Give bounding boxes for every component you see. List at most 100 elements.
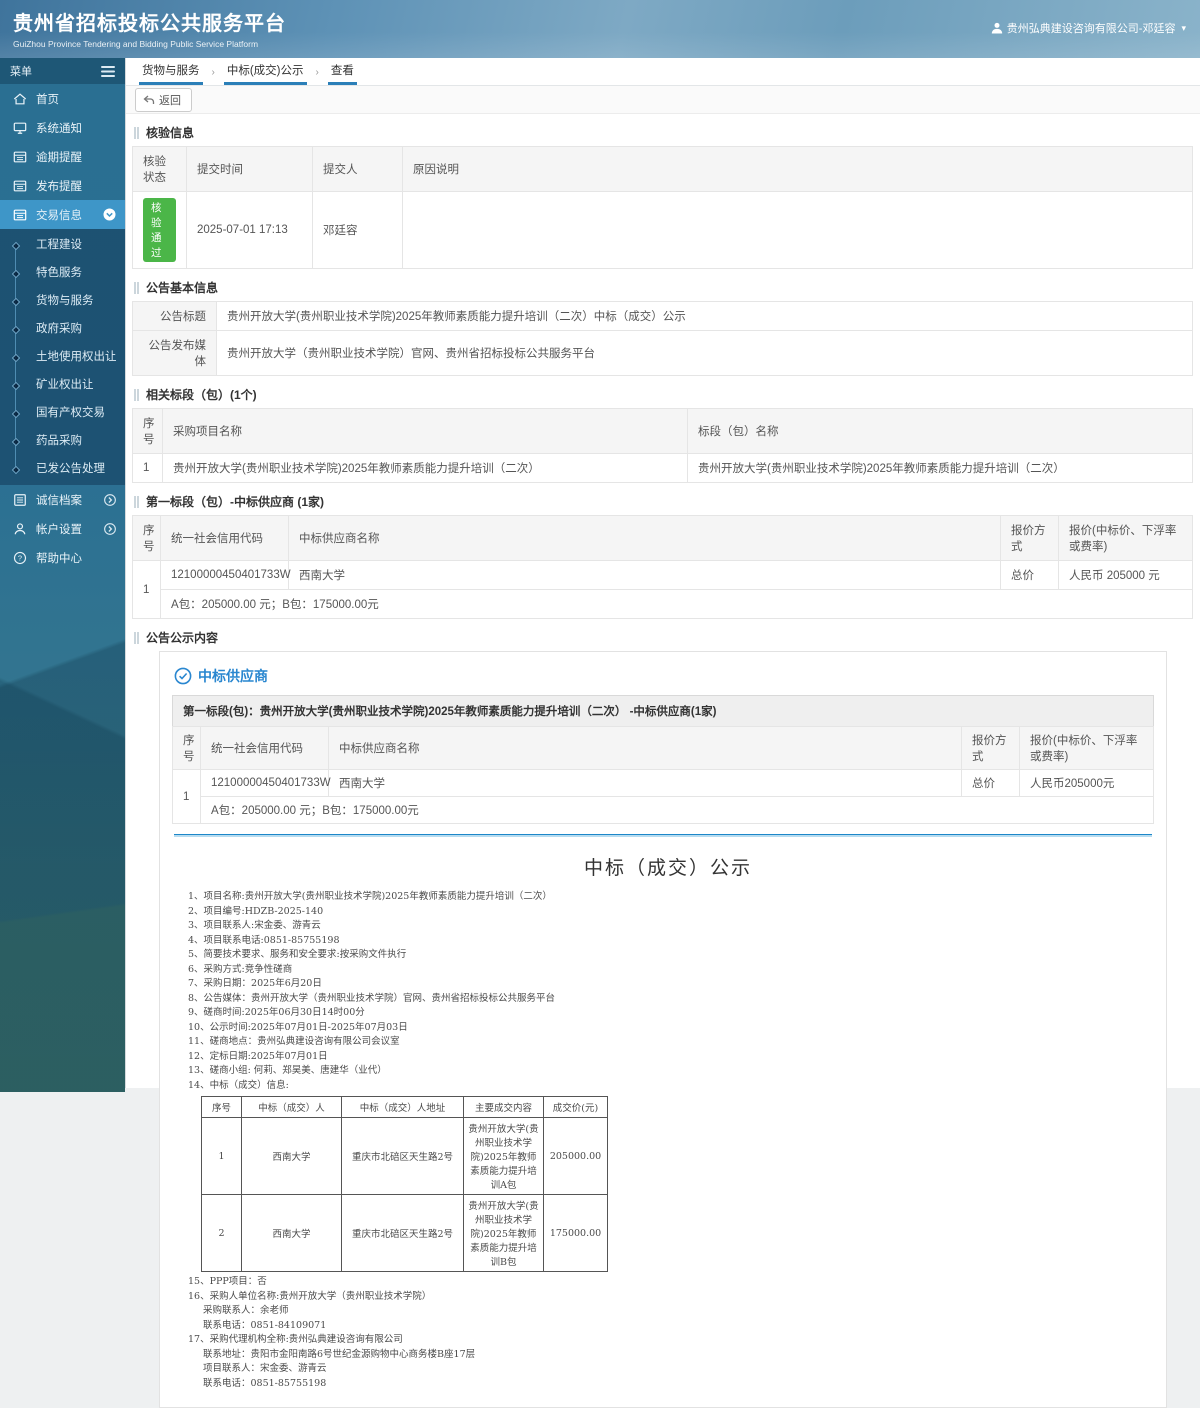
sidebar-item-help-center[interactable]: ? 帮助中心	[0, 543, 125, 572]
chevron-right-circle-icon	[104, 522, 116, 535]
table-row: A包：205000.00 元；B包：175000.00元	[173, 796, 1154, 824]
breadcrumb-view[interactable]: 查看	[327, 57, 357, 85]
quote-method: 总价	[961, 769, 1020, 797]
doc-line: 13、磋商小组: 何莉、郑昊美、唐建华（业代）	[188, 1065, 387, 1076]
user-menu[interactable]: 贵州弘典建设咨询有限公司-邓廷容 ▾	[991, 20, 1186, 36]
hamburger-icon[interactable]	[101, 65, 115, 77]
sidebar-item-home[interactable]: 首页	[0, 84, 125, 113]
sidebar-submenu: 工程建设 特色服务 货物与服务 政府采购 土地使用权出让 矿业权出让 国有产权交…	[0, 229, 125, 485]
doc-line: 9、磋商时间:2025年06月30日14时00分	[188, 1007, 365, 1018]
award-price: 205000.00	[543, 1117, 608, 1195]
row-no: 1	[201, 1117, 242, 1195]
quote-price: 人民币 205000 元	[1058, 560, 1193, 590]
col-header: 报价(中标价、下浮率或费率)	[1019, 726, 1154, 770]
project-name: 贵州开放大学(贵州职业技术学院)2025年教师素质能力提升培训（二次）	[162, 453, 688, 483]
doc-line: 15、PPP项目：否	[188, 1276, 267, 1287]
package-detail: A包：205000.00 元；B包：175000.00元	[200, 796, 1154, 824]
doc-line: 3、项目联系人:宋金委、游青云	[188, 920, 321, 931]
sidebar-item-published-notices[interactable]: 已发公告处理	[0, 455, 125, 483]
notice-supplier-table: 序号 统一社会信用代码 中标供应商名称 报价方式 报价(中标价、下浮率或费率) …	[172, 726, 1154, 824]
sidebar-item-trade-info[interactable]: 交易信息	[0, 200, 125, 229]
section-winning-supplier: 第一标段（包）-中标供应商 (1家) 序号 统一社会信用代码 中标供应商名称 报…	[132, 488, 1193, 619]
sidebar-item-publish-reminder[interactable]: 发布提醒	[0, 171, 125, 200]
table-row: 1 西南大学 重庆市北碚区天生路2号 贵州开放大学(贵州职业技术学院)2025年…	[201, 1117, 608, 1195]
table-row: 2 西南大学 重庆市北碚区天生路2号 贵州开放大学(贵州职业技术学院)2025年…	[201, 1194, 608, 1272]
sidebar-item-drug-procurement[interactable]: 药品采购	[0, 427, 125, 455]
sidebar-item-engineering[interactable]: 工程建设	[0, 231, 125, 259]
sidebar-item-label: 首页	[36, 93, 59, 106]
related-lots-table: 序号 采购项目名称 标段（包）名称 1 贵州开放大学(贵州职业技术学院)2025…	[132, 408, 1193, 483]
table-row: 1 12100000450401733W 西南大学 总价 人民币 205000 …	[132, 560, 1193, 619]
col-header: 中标（成交）人	[241, 1096, 342, 1118]
breadcrumb-award-notice[interactable]: 中标(成交)公示	[223, 57, 307, 85]
doc-line: 6、采购方式:竞争性磋商	[188, 963, 293, 975]
doc-line: 联系电话：0851-84109071	[203, 1319, 327, 1331]
chevron-right-circle-icon	[104, 493, 116, 506]
award-content: 贵州开放大学(贵州职业技术学院)2025年教师素质能力提升培训A包	[463, 1117, 544, 1195]
sidebar-item-state-property[interactable]: 国有产权交易	[0, 399, 125, 427]
col-header: 报价方式	[1000, 515, 1059, 561]
col-header: 序号	[201, 1096, 242, 1118]
lot-title-bar: 第一标段(包)：贵州开放大学(贵州职业技术学院)2025年教师素质能力提升培训（…	[172, 695, 1154, 726]
folder-icon	[13, 180, 27, 191]
table-row: 1 贵州开放大学(贵州职业技术学院)2025年教师素质能力提升培训（二次） 贵州…	[132, 453, 1193, 483]
doc-line: 7、采购日期：2025年6月20日	[188, 978, 322, 989]
target-check-icon	[174, 667, 192, 685]
award-info-table: 序号 中标（成交）人 中标（成交）人地址 主要成交内容 成交价(元) 1 西南大…	[201, 1096, 608, 1272]
sidebar-item-label: 逾期提醒	[36, 151, 82, 164]
blue-divider	[174, 834, 1152, 837]
app-subtitle: GuiZhou Province Tendering and Bidding P…	[13, 39, 259, 49]
row-no: 1	[132, 560, 161, 619]
sidebar-item-gov-procurement[interactable]: 政府采购	[0, 315, 125, 343]
sidebar-item-overdue-reminder[interactable]: 逾期提醒	[0, 142, 125, 171]
back-icon	[143, 95, 155, 104]
credit-code: 12100000450401733W	[160, 560, 291, 590]
field-label: 公告标题	[132, 301, 217, 331]
toolbar: 返回	[126, 86, 1200, 114]
main-panel: 货物与服务 › 中标(成交)公示 › 查看 返回 核验信息 核验状态 提交时间 …	[125, 58, 1200, 1408]
doc-line: 8、公告媒体：贵州开放大学（贵州职业技术学院）官网、贵州省招标投标公共服务平台	[188, 992, 556, 1004]
home-icon	[13, 92, 27, 104]
award-price: 175000.00	[543, 1194, 608, 1272]
sidebar-item-label: 帐户设置	[36, 523, 82, 536]
verify-table: 核验状态 提交时间 提交人 原因说明 核验通过 2025-07-01 17:13…	[132, 146, 1193, 269]
back-button[interactable]: 返回	[135, 87, 192, 112]
user-name: 贵州弘典建设咨询有限公司-邓廷容	[1006, 23, 1176, 35]
row-no: 2	[201, 1194, 242, 1272]
row-no: 1	[172, 769, 201, 824]
sidebar-item-account-settings[interactable]: 帐户设置	[0, 514, 125, 543]
submitter: 邓廷容	[312, 191, 403, 269]
col-header: 提交人	[312, 146, 403, 192]
sidebar-menu-bar[interactable]: 菜单	[0, 58, 125, 84]
table-row: 1 12100000450401733W 西南大学 总价 人民币205000元	[172, 769, 1154, 824]
quote-price: 人民币205000元	[1019, 769, 1154, 797]
winner-name: 西南大学	[241, 1117, 342, 1195]
col-header: 标段（包）名称	[687, 408, 1193, 454]
breadcrumb: 货物与服务 › 中标(成交)公示 › 查看	[126, 58, 1200, 86]
sidebar-item-notifications[interactable]: 系统通知	[0, 113, 125, 142]
sidebar-item-land-use[interactable]: 土地使用权出让	[0, 343, 125, 371]
doc-line: 项目联系人：宋金委、游青云	[203, 1363, 327, 1374]
doc-line: 联系电话：0851-85755198	[203, 1377, 327, 1389]
section-title-related: 相关标段（包）(1个)	[132, 381, 1193, 408]
sidebar-item-mining-rights[interactable]: 矿业权出让	[0, 371, 125, 399]
content: 核验信息 核验状态 提交时间 提交人 原因说明 核验通过 2025-07-01 …	[126, 114, 1200, 1408]
breadcrumb-goods-services[interactable]: 货物与服务	[139, 57, 203, 85]
col-header: 序号	[172, 726, 201, 770]
menu-label: 菜单	[10, 66, 32, 78]
submit-time: 2025-07-01 17:13	[186, 191, 313, 269]
user-icon	[991, 22, 1002, 34]
winner-address: 重庆市北碚区天生路2号	[341, 1194, 464, 1272]
sidebar-item-credit-archive[interactable]: 诚信档案	[0, 485, 125, 514]
section-title-notice: 公告公示内容	[132, 624, 1193, 651]
sidebar-item-goods-services[interactable]: 货物与服务	[0, 287, 125, 315]
table-row: 公告标题 贵州开放大学(贵州职业技术学院)2025年教师素质能力提升培训（二次）…	[132, 301, 1193, 331]
question-circle-icon: ?	[13, 551, 27, 564]
col-header: 采购项目名称	[162, 408, 688, 454]
table-row: 公告发布媒体 贵州开放大学（贵州职业技术学院）官网、贵州省招标投标公共服务平台	[132, 330, 1193, 376]
sidebar-item-special-services[interactable]: 特色服务	[0, 259, 125, 287]
doc-line: 4、项目联系电话:0851-85755198	[188, 934, 340, 946]
status-badge: 核验通过	[143, 198, 176, 262]
section-title-text: 公告公示内容	[146, 631, 219, 645]
basic-info-table: 公告标题 贵州开放大学(贵州职业技术学院)2025年教师素质能力提升培训（二次）…	[132, 301, 1193, 376]
